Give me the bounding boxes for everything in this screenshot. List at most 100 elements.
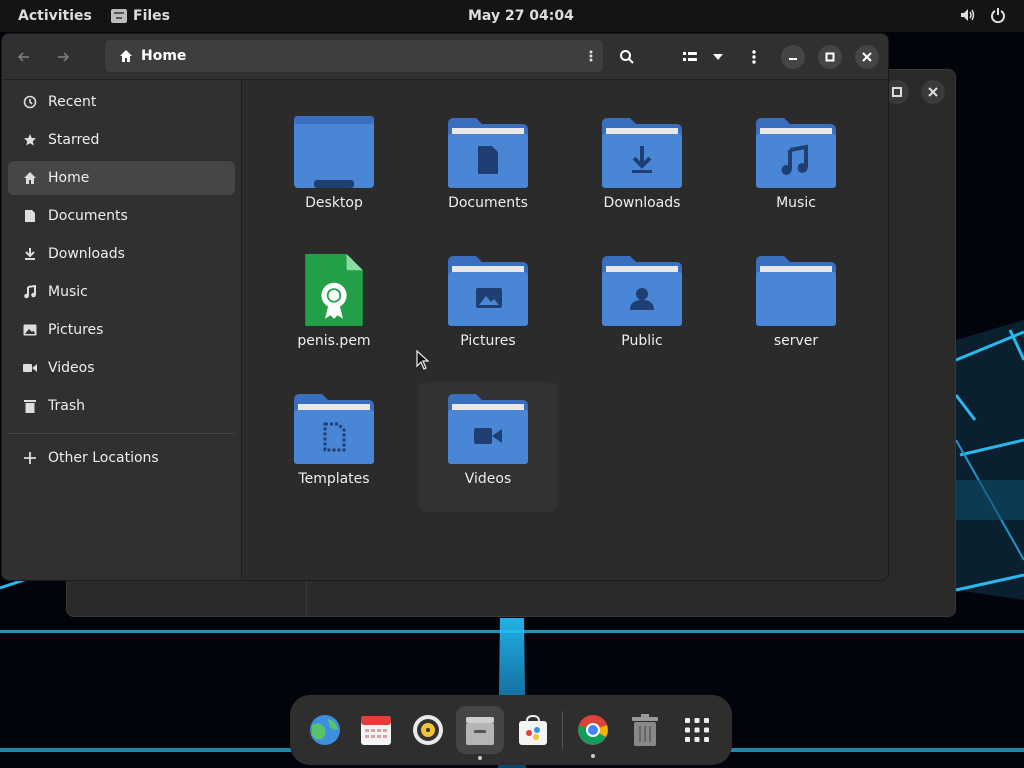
star-icon bbox=[22, 132, 38, 148]
dock-music-player[interactable] bbox=[408, 710, 448, 750]
document-icon bbox=[22, 208, 38, 224]
home-icon bbox=[120, 50, 132, 62]
desktop-folder-icon bbox=[294, 116, 374, 188]
dock-app-grid[interactable] bbox=[677, 710, 717, 750]
path-home-crumb[interactable]: Home bbox=[119, 48, 186, 64]
background-close-button[interactable] bbox=[921, 80, 945, 104]
close-icon bbox=[928, 87, 938, 97]
clock[interactable]: May 27 04:04 bbox=[468, 8, 574, 24]
sidebar-item-recent[interactable]: Recent bbox=[8, 85, 235, 119]
file-item-documents[interactable]: Documents bbox=[418, 106, 558, 236]
web-browser-icon bbox=[310, 715, 340, 745]
sidebar-item-label: Music bbox=[48, 284, 88, 300]
volume-icon[interactable] bbox=[960, 7, 976, 23]
header-bar: Home bbox=[2, 34, 888, 80]
file-name: Downloads bbox=[603, 195, 681, 211]
file-item-videos[interactable]: Videos bbox=[418, 382, 558, 512]
calendar-icon bbox=[361, 716, 391, 745]
music-player-icon bbox=[413, 715, 443, 745]
forward-button[interactable] bbox=[49, 43, 77, 71]
files-window[interactable]: Home Recent Starred Home Documents Downl… bbox=[1, 33, 889, 581]
maximize-button[interactable] bbox=[818, 45, 842, 69]
downloads-folder-icon bbox=[602, 118, 682, 188]
pictures-folder-icon bbox=[448, 256, 528, 326]
videos-folder-icon bbox=[448, 394, 528, 464]
app-grid-icon bbox=[685, 718, 709, 742]
dock-files[interactable] bbox=[456, 706, 504, 760]
sidebar-item-videos[interactable]: Videos bbox=[8, 351, 235, 385]
templates-folder-icon bbox=[294, 394, 374, 464]
sidebar-item-label: Starred bbox=[48, 132, 100, 148]
sidebar-item-label: Downloads bbox=[48, 246, 125, 262]
maximize-icon bbox=[892, 87, 902, 97]
power-icon[interactable] bbox=[990, 7, 1006, 23]
dock-web-browser[interactable] bbox=[305, 710, 345, 750]
system-status-area[interactable] bbox=[960, 7, 1006, 23]
sidebar-item-starred[interactable]: Starred bbox=[8, 123, 235, 157]
sidebar-item-trash[interactable]: Trash bbox=[8, 389, 235, 423]
sidebar-item-downloads[interactable]: Downloads bbox=[8, 237, 235, 271]
arrow-left-icon bbox=[17, 52, 29, 62]
dock-separator bbox=[562, 711, 563, 749]
file-name: Desktop bbox=[305, 195, 363, 211]
activities-button[interactable]: Activities bbox=[18, 8, 92, 24]
minimize-button[interactable] bbox=[781, 45, 805, 69]
music-icon bbox=[22, 284, 38, 300]
close-button[interactable] bbox=[855, 45, 879, 69]
sidebar-item-home[interactable]: Home bbox=[8, 161, 235, 195]
file-item-pem[interactable]: penis.pem bbox=[264, 244, 404, 374]
dock-trash[interactable] bbox=[625, 710, 665, 750]
trash-icon bbox=[632, 714, 658, 746]
file-item-templates[interactable]: Templates bbox=[264, 382, 404, 512]
search-icon bbox=[620, 50, 634, 64]
plus-icon bbox=[22, 450, 38, 466]
certificate-file-icon bbox=[305, 254, 363, 326]
path-menu-button[interactable] bbox=[589, 48, 593, 67]
file-grid[interactable]: Desktop Documents Downloads Music penis.… bbox=[243, 80, 888, 580]
chevron-down-icon bbox=[713, 54, 723, 60]
file-item-pictures[interactable]: Pictures bbox=[418, 244, 558, 374]
chrome-icon bbox=[578, 715, 608, 745]
close-icon bbox=[862, 52, 872, 62]
folder-icon bbox=[756, 256, 836, 326]
dock-chrome[interactable] bbox=[573, 710, 613, 758]
main-menu-button[interactable] bbox=[740, 43, 768, 71]
file-name: Pictures bbox=[460, 333, 516, 349]
file-name: Music bbox=[776, 195, 816, 211]
sidebar-item-other-locations[interactable]: Other Locations bbox=[8, 441, 235, 475]
view-options-dropdown[interactable] bbox=[704, 43, 732, 71]
home-icon bbox=[22, 170, 38, 186]
file-name: Videos bbox=[464, 471, 512, 487]
download-icon bbox=[22, 246, 38, 262]
sidebar-item-pictures[interactable]: Pictures bbox=[8, 313, 235, 347]
path-bar[interactable]: Home bbox=[105, 40, 603, 72]
sidebar-item-music[interactable]: Music bbox=[8, 275, 235, 309]
file-item-public[interactable]: Public bbox=[572, 244, 712, 374]
file-item-music[interactable]: Music bbox=[726, 106, 866, 236]
minimize-icon bbox=[789, 58, 797, 60]
dock-calendar[interactable] bbox=[356, 710, 396, 750]
dock-software-center[interactable] bbox=[513, 710, 553, 750]
file-item-desktop[interactable]: Desktop bbox=[264, 106, 404, 236]
sidebar-item-documents[interactable]: Documents bbox=[8, 199, 235, 233]
back-button[interactable] bbox=[10, 43, 38, 71]
running-indicator bbox=[478, 756, 482, 760]
sidebar-separator bbox=[8, 433, 235, 434]
view-toggle-button[interactable] bbox=[676, 43, 704, 71]
file-name: penis.pem bbox=[297, 333, 371, 349]
file-item-downloads[interactable]: Downloads bbox=[572, 106, 712, 236]
app-menu[interactable]: Files bbox=[111, 8, 170, 24]
vertical-dots-icon bbox=[589, 50, 593, 62]
files-app-icon bbox=[111, 9, 127, 23]
file-item-server[interactable]: server bbox=[726, 244, 866, 374]
search-button[interactable] bbox=[613, 43, 641, 71]
clock-icon bbox=[22, 94, 38, 110]
top-bar: Activities Files May 27 04:04 bbox=[0, 0, 1024, 32]
app-name: Files bbox=[133, 8, 170, 24]
public-folder-icon bbox=[602, 256, 682, 326]
mouse-pointer-icon bbox=[416, 350, 430, 370]
sidebar-item-label: Videos bbox=[48, 360, 95, 376]
vertical-dots-icon bbox=[752, 50, 756, 64]
sidebar-item-label: Trash bbox=[48, 398, 85, 414]
sidebar-item-label: Other Locations bbox=[48, 450, 159, 466]
